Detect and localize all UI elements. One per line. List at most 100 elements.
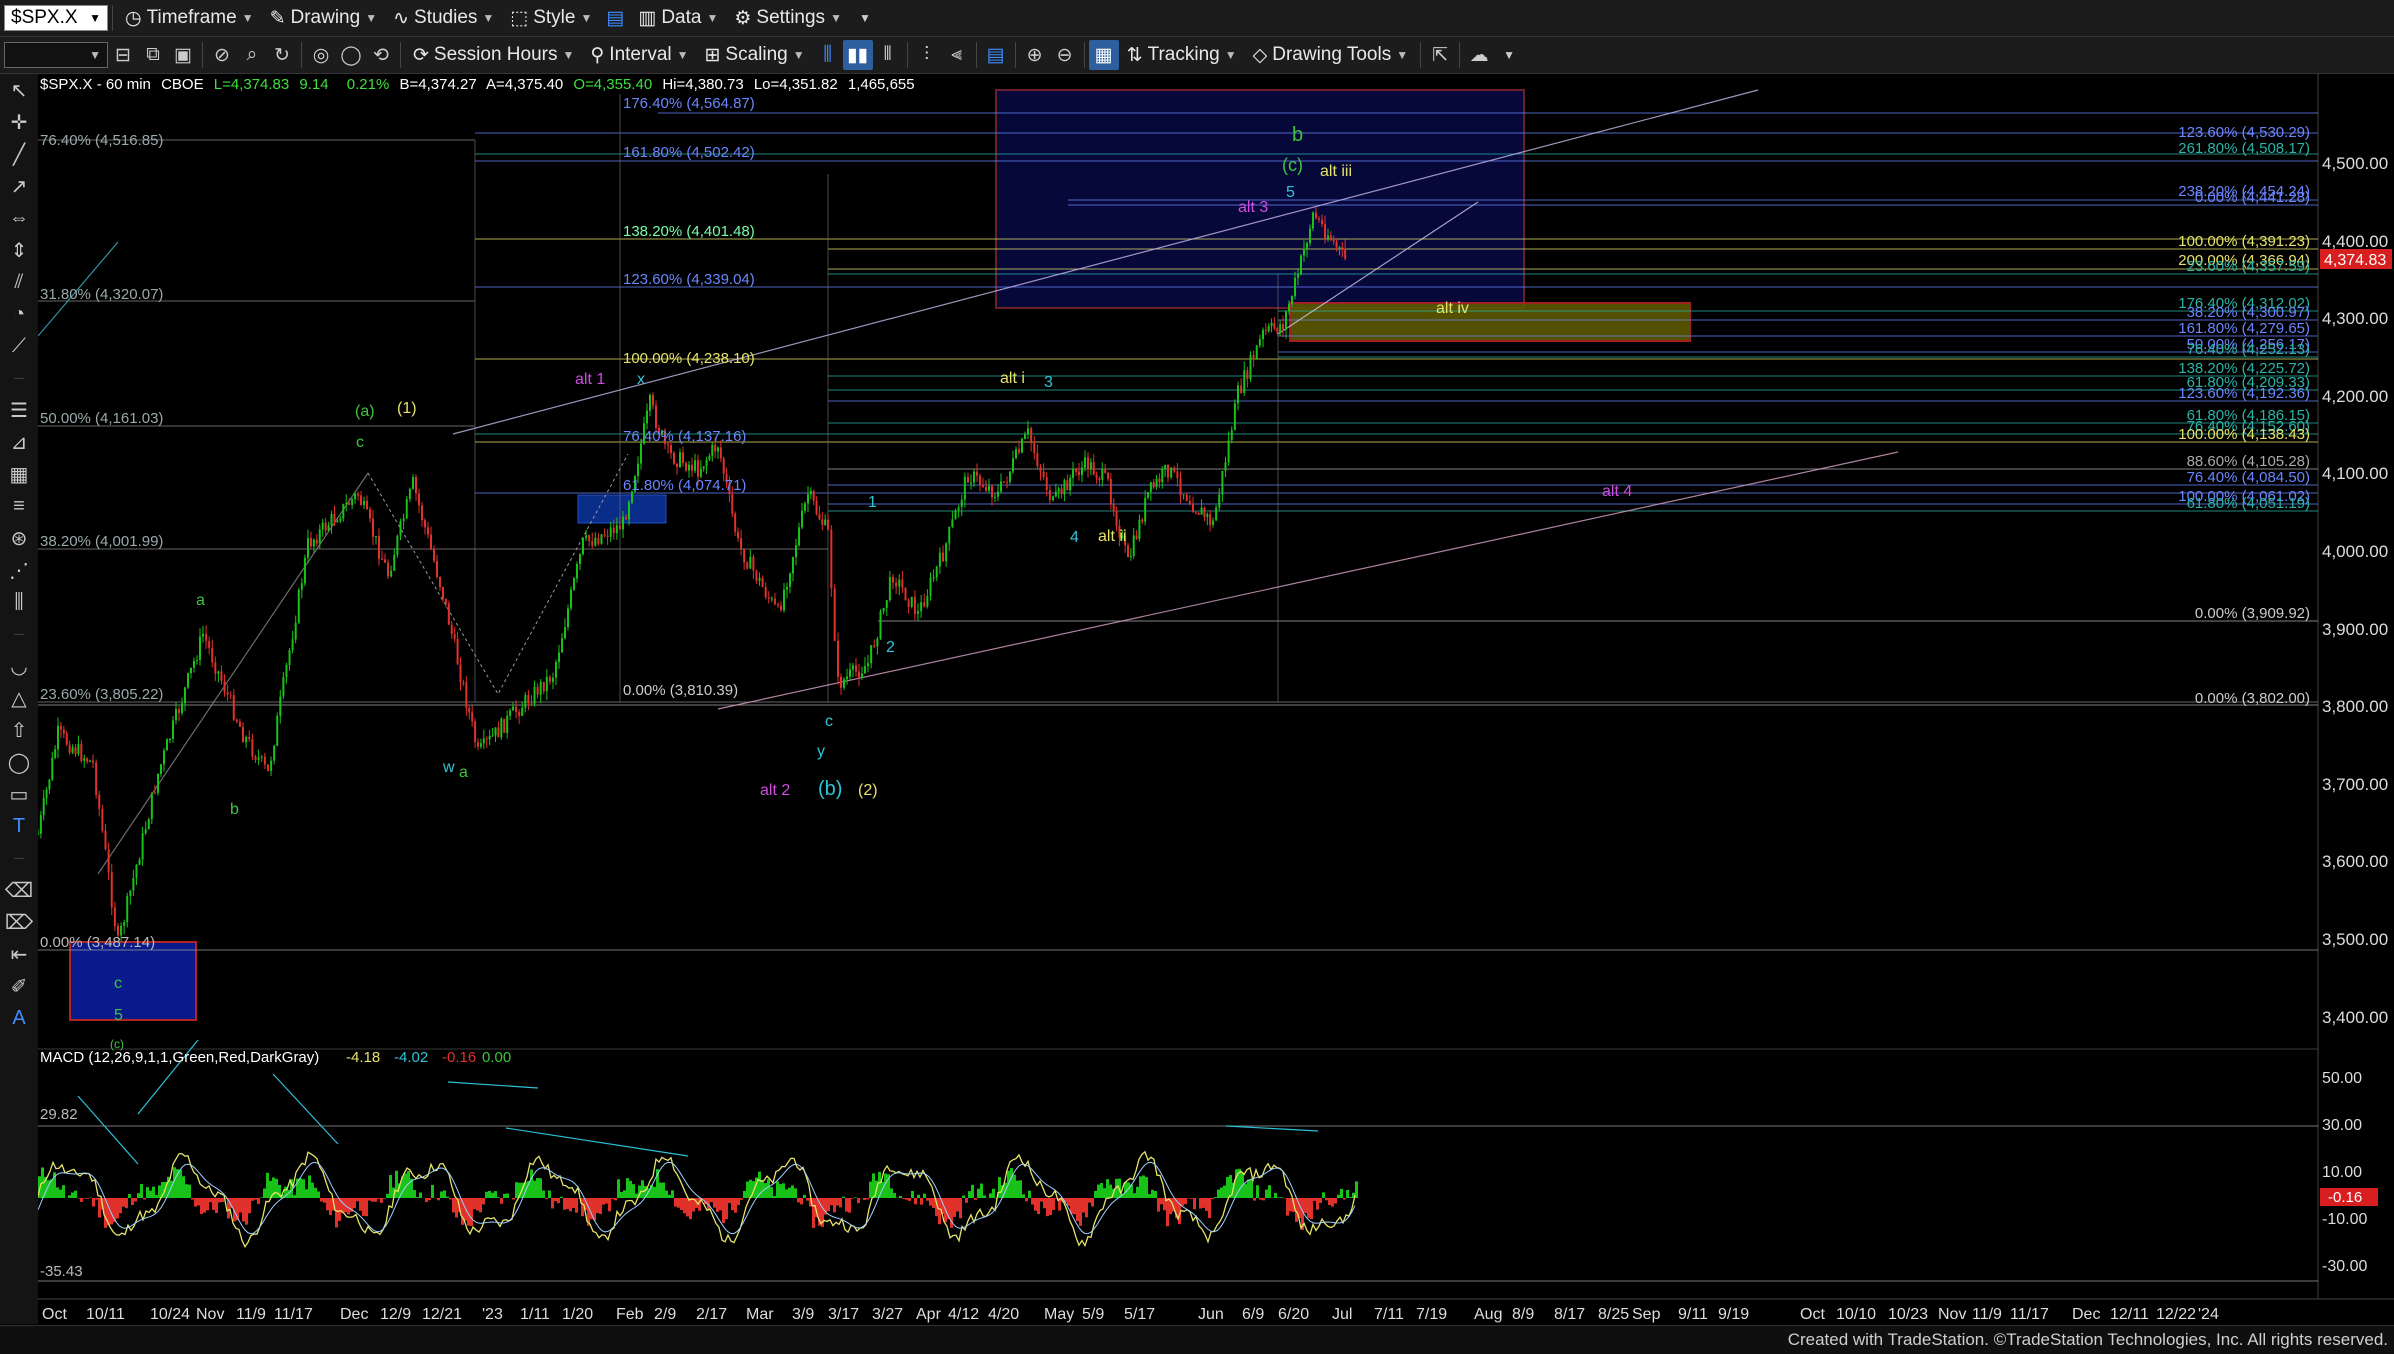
macd-histogram-bar — [983, 1195, 986, 1198]
fib-fan-icon[interactable]: ≡ — [0, 490, 38, 522]
compress-icon[interactable]: ⫶ — [912, 40, 942, 70]
wave-label: c — [114, 975, 122, 992]
line-tool-icon[interactable]: ╱ — [0, 138, 38, 170]
candle-body — [1093, 462, 1095, 474]
symbol-input[interactable]: $SPX.X▼ — [4, 5, 108, 31]
macd-histogram-bar — [209, 1198, 212, 1202]
auto-text-icon[interactable]: A — [0, 1002, 38, 1034]
cloud-icon[interactable]: ☁ — [1464, 40, 1494, 70]
candle-body — [512, 707, 514, 711]
candle-body — [895, 583, 897, 587]
time-tick: Jun — [1198, 1306, 1224, 1323]
split-icon[interactable]: ▤ — [981, 40, 1011, 70]
data-menu[interactable]: ▥Data▼ — [630, 3, 726, 33]
candle-body — [242, 727, 244, 742]
macd-histogram-bar — [206, 1198, 209, 1210]
text-tool-icon[interactable]: T — [0, 810, 38, 842]
link-icon[interactable]: ⊘ — [207, 40, 237, 70]
macd-histogram-bar — [383, 1198, 386, 1199]
ohlc-icon[interactable]: ⫴ — [873, 40, 903, 70]
candle-body — [607, 536, 609, 537]
candle-body — [1024, 434, 1026, 439]
fib-retracement-icon[interactable]: ☰ — [0, 394, 38, 426]
candle-body — [1167, 465, 1169, 477]
drawing-tools-menu[interactable]: ◇Drawing Tools▼ — [1245, 40, 1417, 70]
candle-body — [585, 535, 587, 538]
macd-histogram-bar — [1043, 1198, 1046, 1208]
expand-icon[interactable]: ⫷ — [942, 40, 972, 70]
macd-histogram-bar — [773, 1196, 776, 1198]
arc-icon[interactable]: ◡ — [0, 650, 38, 682]
highlighter-icon[interactable]: ✐ — [0, 970, 38, 1002]
copy-icon[interactable]: ⧉ — [138, 40, 168, 70]
scaling-menu[interactable]: ⊞Scaling▼ — [697, 40, 813, 70]
zoom-in-icon[interactable]: ⊕ — [1020, 40, 1050, 70]
candle-body — [646, 411, 648, 424]
pitchfork-icon[interactable]: ⋰ — [0, 554, 38, 586]
price-chart[interactable]: $SPX.X - 60 min CBOE L=4,374.83 9.14 0.2… — [38, 74, 2394, 1325]
settings-menu[interactable]: ⚙Settings▼ — [726, 3, 850, 33]
lock-icon[interactable]: ⊟ — [108, 40, 138, 70]
macd-histogram-bar — [1208, 1198, 1211, 1218]
speed-lines-icon[interactable]: ◔ — [0, 298, 38, 330]
macd-histogram-bar — [1247, 1179, 1250, 1198]
target-icon[interactable]: ◎ — [306, 40, 336, 70]
vertical-tool-icon[interactable]: ⇕ — [0, 234, 38, 266]
chevron-down-icon[interactable]: ▼ — [1494, 40, 1524, 70]
macd-histogram-bar — [266, 1173, 269, 1198]
channel-tool-icon[interactable]: ⫽ — [0, 266, 38, 298]
ellipse-icon[interactable]: ◯ — [0, 746, 38, 778]
candle-body — [679, 452, 681, 467]
regression-icon[interactable]: ⟋ — [0, 330, 38, 362]
save-icon[interactable]: ▣ — [168, 40, 198, 70]
tracking-menu[interactable]: ⇅Tracking▼ — [1119, 40, 1245, 70]
candlestick-icon[interactable]: ▮▮ — [843, 40, 873, 70]
time-tick: Apr — [916, 1306, 942, 1323]
cycle-icon[interactable]: ⫼ — [0, 586, 38, 618]
macd-histogram-bar — [1346, 1190, 1349, 1198]
studies-menu[interactable]: ∿Studies▼ — [385, 3, 502, 33]
session-hours-menu[interactable]: ⟳Session Hours▼ — [405, 40, 582, 70]
fib-time-icon[interactable]: ▦ — [0, 458, 38, 490]
eraser-icon[interactable]: ⌫ — [0, 874, 38, 906]
search-icon[interactable]: ⌕ — [237, 40, 267, 70]
candle-body — [273, 746, 275, 761]
rectangle-icon[interactable]: ▭ — [0, 778, 38, 810]
drawing-menu[interactable]: ✎Drawing▼ — [262, 3, 386, 33]
macd-histogram-bar — [575, 1198, 578, 1213]
layout-icon[interactable]: ▤ — [600, 3, 630, 33]
eraser-all-icon[interactable]: ⌦ — [0, 906, 38, 938]
triangle-icon[interactable]: △ — [0, 682, 38, 714]
macd-histogram-bar — [914, 1198, 917, 1204]
share-icon[interactable]: ⇱ — [1425, 40, 1455, 70]
macd-histogram-bar — [737, 1198, 740, 1205]
crosshair-icon[interactable]: ✛ — [0, 106, 38, 138]
replay-icon[interactable]: ⟲ — [366, 40, 396, 70]
zone-icon[interactable]: ⇤ — [0, 938, 38, 970]
fib-extension-icon[interactable]: ⊿ — [0, 426, 38, 458]
candle-body — [1268, 326, 1270, 331]
candle-body — [780, 605, 782, 610]
pointer-icon[interactable]: ↖ — [0, 74, 38, 106]
timeframe-menu[interactable]: ◷Timeframe▼ — [117, 3, 262, 33]
refresh-icon[interactable]: ↻ — [267, 40, 297, 70]
workspace-select[interactable]: ▼ — [4, 42, 108, 68]
macd-histogram-bar — [125, 1198, 128, 1208]
candle-body — [1201, 508, 1203, 515]
macd-histogram-bar — [515, 1182, 518, 1198]
arrow-up-icon[interactable]: ⇧ — [0, 714, 38, 746]
time-tick: 12/21 — [422, 1306, 462, 1323]
macd-histogram-bar — [254, 1198, 257, 1200]
interval-menu[interactable]: ⚲Interval▼ — [582, 40, 696, 70]
gann-icon[interactable]: ⊛ — [0, 522, 38, 554]
grid-icon[interactable]: ▦ — [1089, 40, 1119, 70]
circle-icon[interactable]: ◯ — [336, 40, 366, 70]
candle-body — [1156, 479, 1158, 487]
ray-tool-icon[interactable]: ↗ — [0, 170, 38, 202]
overflow-icon[interactable]: ▼ — [850, 3, 880, 33]
style-menu[interactable]: ⬚Style▼ — [502, 3, 600, 33]
candle-body — [901, 580, 903, 588]
bar-chart-icon[interactable]: ⫼ — [813, 40, 843, 70]
zoom-out-icon[interactable]: ⊖ — [1050, 40, 1080, 70]
horizontal-tool-icon[interactable]: ⇔ — [0, 202, 38, 234]
